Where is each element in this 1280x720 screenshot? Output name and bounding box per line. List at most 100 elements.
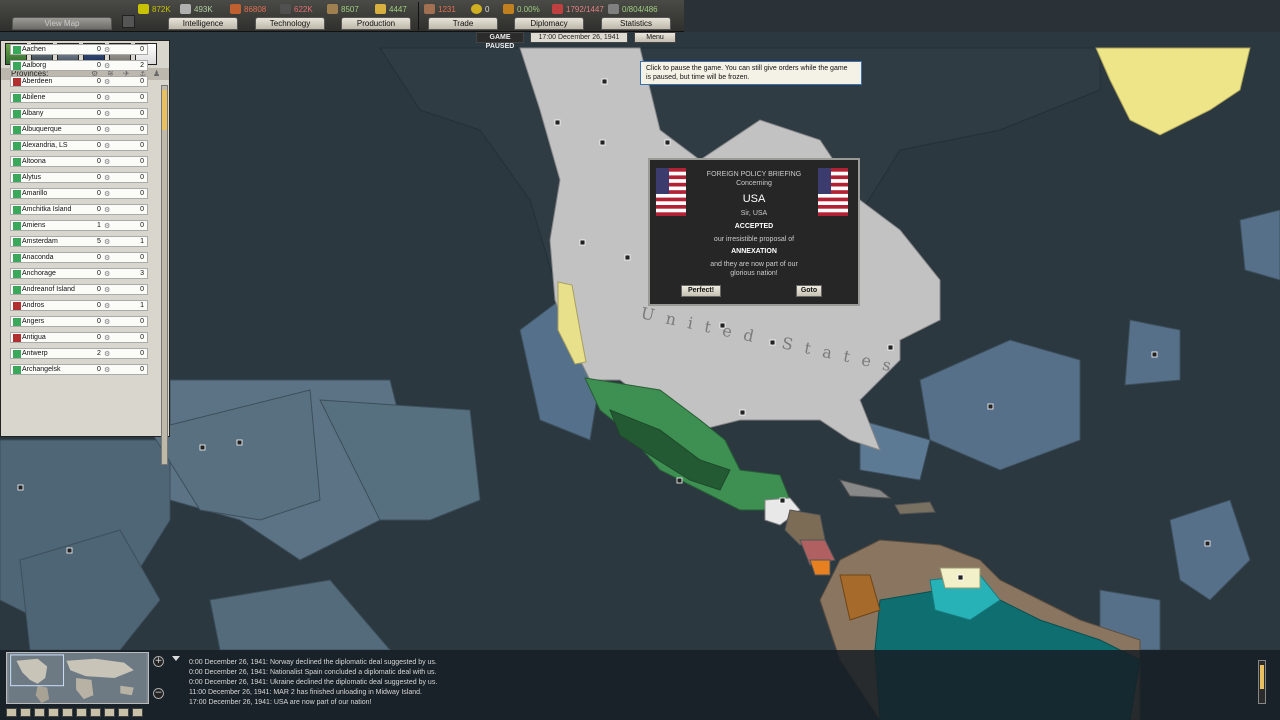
province-capital-marker[interactable] (599, 139, 606, 146)
tab-intelligence[interactable]: Intelligence (168, 17, 238, 30)
province-row[interactable]: Antwerp 2 ⚙ 0 (10, 348, 148, 359)
tab-statistics[interactable]: Statistics (601, 17, 671, 30)
filter-icon[interactable] (90, 708, 101, 717)
scrollbar-thumb[interactable] (162, 90, 167, 130)
province-units: 0 (140, 94, 144, 101)
zoom-out-button[interactable]: − (153, 688, 164, 699)
tab-view-map[interactable]: View Map (12, 17, 112, 30)
world-map[interactable]: United States (0, 0, 1280, 720)
province-units: 0 (140, 334, 144, 341)
goto-button[interactable]: Goto (796, 285, 822, 297)
resource-metal[interactable]: 493K (180, 3, 213, 15)
province-row[interactable]: Andreanof Island 0 ⚙ 0 (10, 284, 148, 295)
filter-icon[interactable] (76, 708, 87, 717)
menu-button[interactable]: Menu (634, 32, 676, 43)
province-row[interactable]: Amiens 1 ⚙ 0 (10, 220, 148, 231)
province-factories: 0 (97, 318, 101, 325)
province-capital-marker[interactable] (236, 439, 243, 446)
province-capital-marker[interactable] (66, 547, 73, 554)
log-collapse-icon[interactable] (172, 656, 180, 661)
resource-manpower[interactable]: 1231 (424, 3, 456, 15)
resource-crude-oil[interactable]: 622K (280, 3, 313, 15)
province-row[interactable]: Albuquerque 0 ⚙ 0 (10, 124, 148, 135)
province-capital-marker[interactable] (957, 574, 964, 581)
province-factories: 0 (97, 174, 101, 181)
province-row[interactable]: Anaconda 0 ⚙ 0 (10, 252, 148, 263)
province-row[interactable]: Amarillo 0 ⚙ 0 (10, 188, 148, 199)
province-capital-marker[interactable] (664, 139, 671, 146)
province-buildings-icon: ⚙ (104, 111, 111, 118)
province-name: Abilene (22, 94, 46, 101)
province-capital-marker[interactable] (1204, 540, 1211, 547)
filter-icon[interactable] (104, 708, 115, 717)
province-capital-marker[interactable] (676, 477, 683, 484)
minimap[interactable] (6, 652, 149, 704)
resource-value: 872K (152, 4, 171, 14)
resource-rare-materials[interactable]: 86808 (230, 3, 266, 15)
filter-icon[interactable] (34, 708, 45, 717)
province-capital-marker[interactable] (199, 444, 206, 451)
province-row[interactable]: Angers 0 ⚙ 0 (10, 316, 148, 327)
province-row[interactable]: Abilene 0 ⚙ 0 (10, 92, 148, 103)
province-row[interactable]: Altoona 0 ⚙ 0 (10, 156, 148, 167)
resource-nuclear[interactable]: 0 (471, 3, 489, 15)
tab-trade[interactable]: Trade (428, 17, 498, 30)
province-row[interactable]: Amsterdam 5 ⚙ 1 (10, 236, 148, 247)
province-capital-marker[interactable] (779, 497, 786, 504)
province-capital-marker[interactable] (719, 322, 726, 329)
province-flag-icon (13, 238, 21, 246)
sea-zone[interactable] (1239, 209, 1280, 281)
scrollbar-thumb[interactable] (1260, 665, 1264, 689)
province-row[interactable]: Aberdeen 0 ⚙ 0 (10, 76, 148, 87)
resource-dissent[interactable]: 0.00% (503, 3, 540, 15)
resource-money[interactable]: 4447 (375, 3, 407, 15)
province-buildings-icon: ⚙ (104, 143, 111, 150)
resource-energy[interactable]: 872K (138, 3, 171, 15)
tab-technology[interactable]: Technology (255, 17, 325, 30)
province-capital-marker[interactable] (579, 239, 586, 246)
province-row[interactable]: Antigua 0 ⚙ 0 (10, 332, 148, 343)
province-capital-marker[interactable] (987, 403, 994, 410)
province-row[interactable]: Andros 0 ⚙ 1 (10, 300, 148, 311)
province-capital-marker[interactable] (887, 344, 894, 351)
province-capital-marker[interactable] (1151, 351, 1158, 358)
province-list-scrollbar[interactable] (161, 85, 168, 465)
province-capital-marker[interactable] (601, 78, 608, 85)
filter-icon[interactable] (6, 708, 17, 717)
tab-diplomacy[interactable]: Diplomacy (514, 17, 584, 30)
province-capital-marker[interactable] (739, 409, 746, 416)
province-row[interactable]: Amchitka Island 0 ⚙ 0 (10, 204, 148, 215)
dialog-country: USA (742, 193, 766, 205)
province-row[interactable]: Aachen 0 ⚙ 0 (10, 44, 148, 55)
perfect-button[interactable]: Perfect! (681, 285, 721, 297)
filter-icon[interactable] (118, 708, 129, 717)
filter-icon[interactable] (20, 708, 31, 717)
resource-transport[interactable]: 1792/1447 (552, 3, 604, 15)
province-row[interactable]: Alexandria, LS 0 ⚙ 0 (10, 140, 148, 151)
province-row[interactable]: Alytus 0 ⚙ 0 (10, 172, 148, 183)
province-row[interactable]: Anchorage 0 ⚙ 3 (10, 268, 148, 279)
sort-soldier-icon[interactable]: ♟ (153, 69, 161, 78)
province-row[interactable]: Aalborg 0 ⚙ 2 (10, 60, 148, 71)
province-capital-marker[interactable] (17, 484, 24, 491)
grid-icon[interactable] (122, 15, 135, 28)
resource-supplies[interactable]: 8507 (327, 3, 359, 15)
zoom-in-button[interactable]: + (153, 656, 164, 667)
pause-button[interactable]: GAME PAUSED (476, 32, 524, 50)
province-factories: 0 (97, 142, 101, 149)
province-flag-icon (13, 286, 21, 294)
province-units: 2 (140, 62, 144, 69)
province-capital-marker[interactable] (769, 339, 776, 346)
tab-production[interactable]: Production (341, 17, 411, 30)
province-units: 0 (140, 286, 144, 293)
resource-escorts[interactable]: 0/804/486 (608, 3, 658, 15)
province-factories: 2 (97, 350, 101, 357)
filter-icon[interactable] (48, 708, 59, 717)
province-row[interactable]: Archangelsk 0 ⚙ 0 (10, 364, 148, 375)
filter-icon[interactable] (62, 708, 73, 717)
province-capital-marker[interactable] (624, 254, 631, 261)
province-row[interactable]: Albany 0 ⚙ 0 (10, 108, 148, 119)
province-capital-marker[interactable] (554, 119, 561, 126)
log-scrollbar[interactable] (1258, 660, 1266, 704)
filter-icon[interactable] (132, 708, 143, 717)
